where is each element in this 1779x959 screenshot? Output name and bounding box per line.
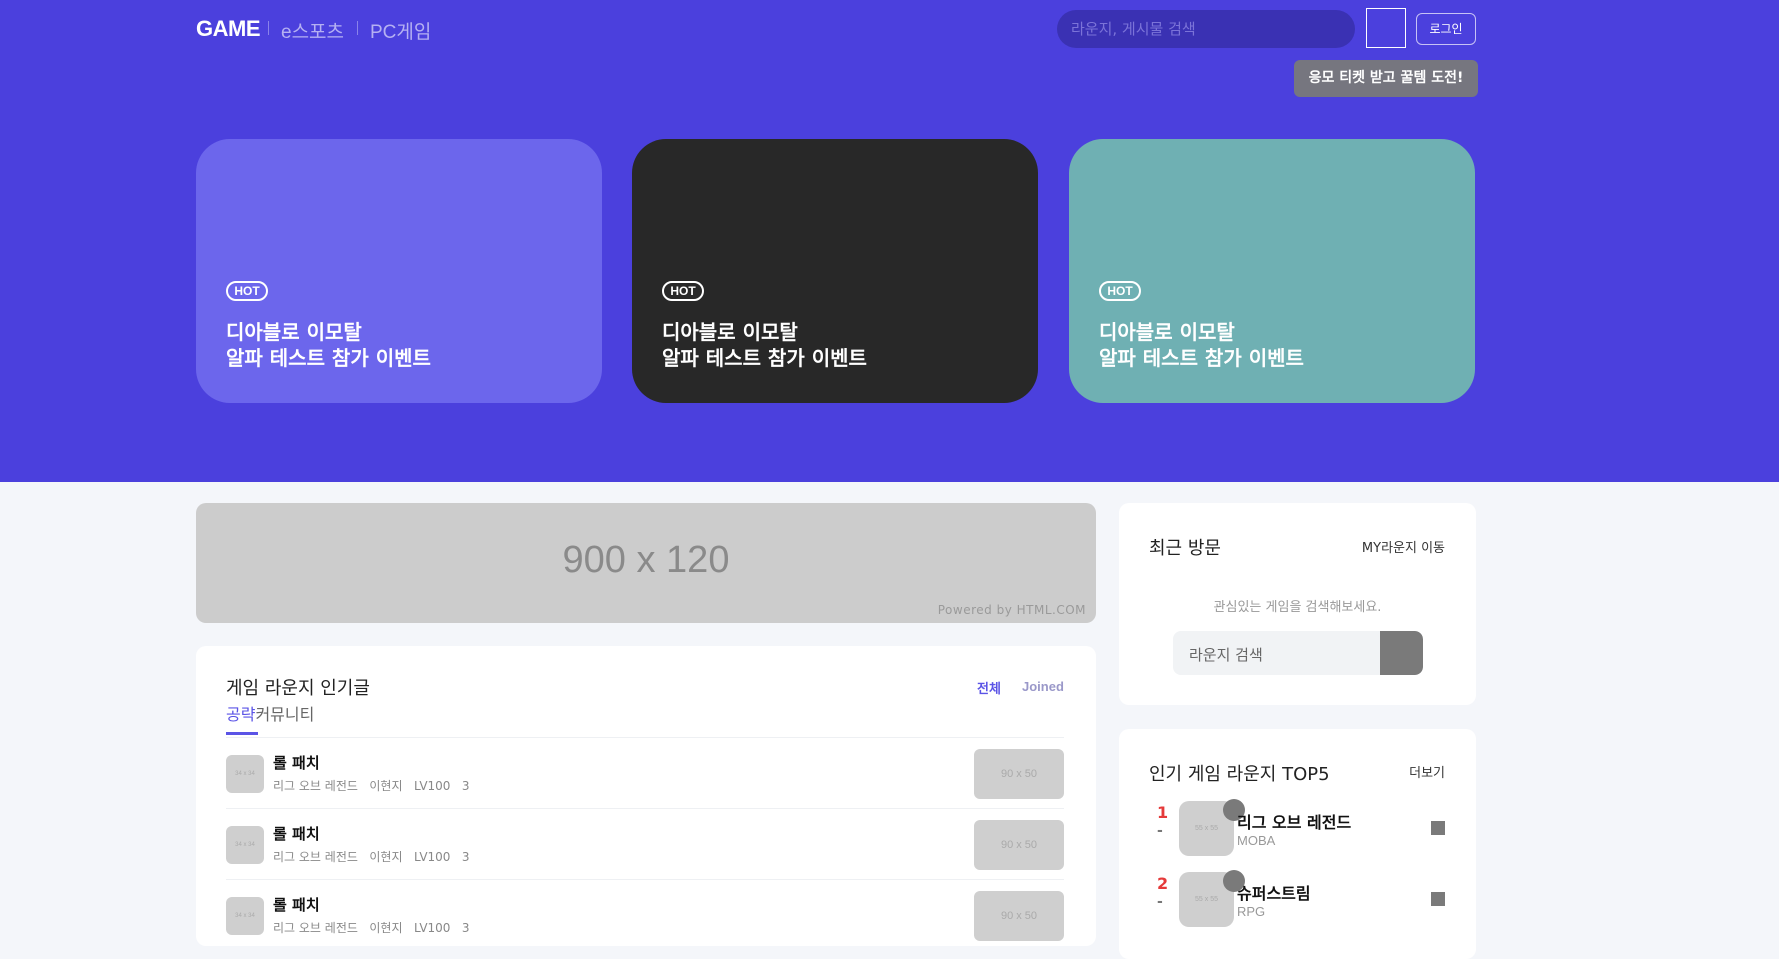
top5-item[interactable]: 2 - 55 x 55 슈퍼스트림 RPG [1149, 870, 1449, 932]
hero-card-3[interactable]: HOT 디아블로 이모탈 알파 테스트 참가 이벤트 [1069, 139, 1475, 403]
post-count: 3 [461, 779, 470, 793]
lounge-search-button[interactable] [1380, 631, 1423, 675]
hero-card-title: 디아블로 이모탈 알파 테스트 참가 이벤트 [226, 319, 431, 371]
login-button[interactable]: 로그인 [1416, 13, 1476, 45]
lounge-search-placeholder: 라운지 검색 [1189, 646, 1263, 664]
post-game: 리그 오브 레전드 [273, 779, 358, 793]
hero-card-1[interactable]: HOT 디아블로 이모탈 알파 테스트 참가 이벤트 [196, 139, 602, 403]
hero-card-title: 디아블로 이모탈 알파 테스트 참가 이벤트 [662, 319, 867, 371]
rank-change: - [1157, 894, 1163, 910]
hero-card-title: 디아블로 이모탈 알파 테스트 참가 이벤트 [1099, 319, 1304, 371]
filter-all[interactable]: 전체 [977, 678, 1001, 697]
hot-badge: HOT [226, 281, 268, 301]
tab-community[interactable]: 커뮤니티 [255, 705, 314, 724]
post-image: 90 x 50 [974, 820, 1064, 870]
post-game: 리그 오브 레전드 [273, 850, 358, 864]
post-level: LV100 [413, 850, 451, 864]
game-genre: RPG [1237, 904, 1266, 919]
rank-change: - [1157, 823, 1163, 839]
hero-card-2[interactable]: HOT 디아블로 이모탈 알파 테스트 참가 이벤트 [632, 139, 1038, 403]
nav-esports[interactable]: e스포츠 [281, 17, 344, 44]
post-meta: 리그 오브 레전드 이현지 LV100 3 [273, 919, 470, 936]
post-meta: 리그 오브 레전드 이현지 LV100 3 [273, 777, 470, 794]
hero-card-title-line2: 알파 테스트 참가 이벤트 [1099, 346, 1304, 370]
post-level: LV100 [413, 779, 451, 793]
hero-card-title-line2: 알파 테스트 참가 이벤트 [226, 346, 431, 370]
search-input[interactable]: 라운지, 게시물 검색 [1057, 10, 1355, 48]
lounge-thumbnail: 34 x 34 [226, 897, 264, 935]
game-name[interactable]: 리그 오브 레전드 [1237, 809, 1351, 833]
hero-card-title-line1: 디아블로 이모탈 [1099, 320, 1235, 344]
game-genre: MOBA [1237, 833, 1276, 848]
popular-posts-title: 게임 라운지 인기글 [226, 678, 370, 699]
rank-number: 1 [1157, 803, 1169, 822]
recent-visit-title: 최근 방문 [1149, 538, 1221, 559]
post-tabs: 공략커뮤니티 [226, 701, 314, 725]
hero-card-title-line2: 알파 테스트 참가 이벤트 [662, 346, 867, 370]
menu-button[interactable] [1366, 8, 1406, 48]
post-meta: 리그 오브 레전드 이현지 LV100 3 [273, 848, 470, 865]
lounge-thumbnail: 34 x 34 [226, 826, 264, 864]
filter-joined[interactable]: Joined [1022, 679, 1064, 694]
nav-separator [357, 21, 358, 35]
post-title[interactable]: 롤 패치 [273, 894, 320, 915]
nav-separator [268, 21, 269, 35]
ad-size-label: 900 x 120 [562, 539, 730, 581]
site-logo[interactable]: GAME [196, 16, 261, 42]
rank-number: 2 [1157, 874, 1169, 893]
post-image: 90 x 50 [974, 749, 1064, 799]
post-level: LV100 [413, 921, 451, 935]
popular-posts-panel: 게임 라운지 인기글 공략커뮤니티 전체 Joined 34 x 34 롤 패치… [196, 646, 1096, 946]
my-lounge-link[interactable]: MY라운지 이동 [1362, 537, 1445, 556]
lounge-search-field[interactable]: 라운지 검색 [1173, 631, 1423, 675]
post-count: 3 [461, 850, 470, 864]
post-author: 이현지 [369, 779, 403, 793]
nav-pc-games[interactable]: PC게임 [370, 17, 431, 44]
post-row[interactable]: 34 x 34 롤 패치 리그 오브 레전드 이현지 LV100 3 90 x … [226, 737, 1064, 809]
tab-guide[interactable]: 공략 [226, 705, 255, 724]
lounge-thumbnail: 34 x 34 [226, 755, 264, 793]
post-image: 90 x 50 [974, 891, 1064, 941]
bookmark-icon[interactable] [1431, 821, 1445, 835]
bookmark-icon[interactable] [1431, 892, 1445, 906]
hero-card-title-line1: 디아블로 이모탈 [226, 320, 362, 344]
ad-banner[interactable]: 900 x 120 Powered by HTML.COM [196, 503, 1096, 623]
top5-title: 인기 게임 라운지 TOP5 [1149, 764, 1330, 785]
hero-section: GAME e스포츠 PC게임 라운지, 게시물 검색 로그인 응모 티켓 받고 … [0, 0, 1779, 482]
ad-powered-by: Powered by HTML.COM [937, 603, 1086, 617]
recent-visit-panel: 최근 방문 MY라운지 이동 관심있는 게임을 검색해보세요. 라운지 검색 [1119, 503, 1476, 705]
post-row[interactable]: 34 x 34 롤 패치 리그 오브 레전드 이현지 LV100 3 90 x … [226, 808, 1064, 880]
post-row[interactable]: 34 x 34 롤 패치 리그 오브 레전드 이현지 LV100 3 90 x … [226, 879, 1064, 951]
game-name[interactable]: 슈퍼스트림 [1237, 880, 1311, 904]
hero-card-title-line1: 디아블로 이모탈 [662, 320, 798, 344]
top5-panel: 인기 게임 라운지 TOP5 더보기 1 - 55 x 55 리그 오브 레전드… [1119, 729, 1476, 959]
event-tooltip[interactable]: 응모 티켓 받고 꿀템 도전! [1294, 60, 1478, 97]
top5-item[interactable]: 1 - 55 x 55 리그 오브 레전드 MOBA [1149, 799, 1449, 861]
recent-visit-hint: 관심있는 게임을 검색해보세요. [1213, 600, 1382, 615]
post-game: 리그 오브 레전드 [273, 921, 358, 935]
post-author: 이현지 [369, 850, 403, 864]
hot-badge: HOT [1099, 281, 1141, 301]
post-author: 이현지 [369, 921, 403, 935]
hot-badge: HOT [662, 281, 704, 301]
active-tab-indicator [226, 732, 258, 735]
post-title[interactable]: 롤 패치 [273, 823, 320, 844]
post-title[interactable]: 롤 패치 [273, 752, 320, 773]
post-count: 3 [461, 921, 470, 935]
top5-more-link[interactable]: 더보기 [1409, 762, 1445, 781]
